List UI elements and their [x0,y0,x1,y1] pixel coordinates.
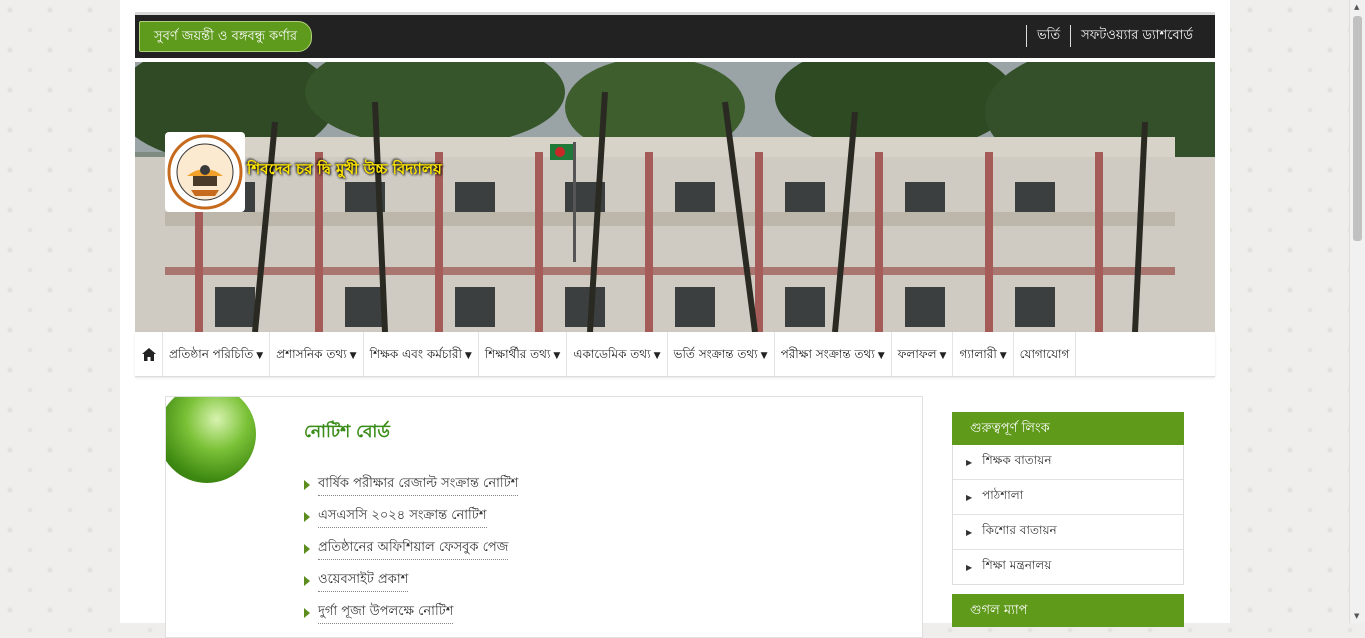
nav-item-results[interactable]: ফলাফল ▼ [892,332,954,376]
sidebar-link-pathshala[interactable]: ▶ পাঠশালা [953,479,1183,514]
chevron-right-icon: ▶ [966,562,973,572]
notice-link[interactable]: ওয়েবসাইট প্রকাশ [318,570,409,592]
notice-link[interactable]: বার্ষিক পরীক্ষার রেজাল্ট সংক্রান্ত নোটিশ [318,474,519,496]
nav-item-students[interactable]: শিক্ষার্থীর তথ্য ▼ [479,332,568,376]
bullet-triangle-icon [304,608,310,618]
notice-link[interactable]: প্রতিষ্ঠানের অফিশিয়াল ফেসবুক পেজ [318,538,509,560]
nav-item-institution[interactable]: প্রতিষ্ঠান পরিচিতি ▼ [163,332,271,376]
admission-link[interactable]: ভর্তি [1026,25,1070,47]
list-item: প্রতিষ্ঠানের অফিশিয়াল ফেসবুক পেজ [304,533,518,565]
nav-item-teachers-staff[interactable]: শিক্ষক এবং কর্মচারী ▼ [364,332,479,376]
jubilee-corner-link[interactable]: সুবর্ণ জয়ন্তী ও বঙ্গবন্ধু কর্ণার [139,21,313,52]
caret-down-icon: ▼ [877,351,885,361]
bullet-triangle-icon [304,480,310,490]
caret-down-icon: ▼ [653,351,661,361]
caret-down-icon: ▼ [939,351,947,361]
chevron-right-icon: ▶ [966,457,973,467]
globe-icon [166,397,256,483]
scroll-up-icon[interactable]: ▲ [1354,3,1359,11]
main-nav: প্রতিষ্ঠান পরিচিতি ▼ প্রশাসনিক তথ্য ▼ শিক্… [135,332,1215,377]
caret-down-icon: ▼ [256,351,264,361]
notice-list: বার্ষিক পরীক্ষার রেজাল্ট সংক্রান্ত নোটিশ… [304,469,519,629]
chevron-right-icon: ▶ [966,527,973,537]
top-bar: সুবর্ণ জয়ন্তী ও বঙ্গবন্ধু কর্ণার ভর্তি … [135,12,1215,58]
scroll-down-icon[interactable]: ▼ [1354,612,1359,620]
sidebar-link-kishore-batayon[interactable]: ▶ কিশোর বাতায়ন [953,514,1183,549]
notice-board-panel: নোটিশ বোর্ড বার্ষিক পরীক্ষার রেজাল্ট সংক… [165,396,923,638]
home-icon [141,347,156,361]
caret-down-icon: ▼ [349,351,357,361]
important-links-title: গুরুত্বপূর্ণ লিংক [952,412,1184,445]
scrollbar-thumb[interactable] [1353,16,1362,241]
list-item: এসএসসি ২০২৪ সংক্রান্ত নোটিশ [304,501,518,533]
chevron-right-icon: ▶ [966,492,973,502]
home-button[interactable] [135,332,163,376]
notice-link[interactable]: দুর্গা পূজা উপলক্ষে নোটিশ [318,602,454,624]
school-banner: শিবদেব চর দ্বি মুখী উচ্চ বিদ্যালয় [135,62,1215,332]
notice-link[interactable]: এসএসসি ২০২৪ সংক্রান্ত নোটিশ [318,506,487,528]
sidebar-link-education-ministry[interactable]: ▶ শিক্ষা মন্ত্রনালয় [953,549,1183,584]
list-item: ওয়েবসাইট প্রকাশ [304,565,518,597]
list-item: দুর্গা পূজা উপলক্ষে নোটিশ [304,597,518,629]
page: সুবর্ণ জয়ন্তী ও বঙ্গবন্ধু কর্ণার ভর্তি … [120,0,1230,638]
important-links-list: ▶ শিক্ষক বাতায়ন ▶ পাঠশালা ▶ কিশোর বাতায়ন … [952,445,1184,585]
school-logo[interactable] [165,132,245,212]
caret-down-icon: ▼ [553,351,561,361]
bullet-triangle-icon [304,544,310,554]
sidebar: গুরুত্বপূর্ণ লিংক ▶ শিক্ষক বাতায়ন ▶ পাঠশা… [952,412,1184,627]
bullet-triangle-icon [304,576,310,586]
software-dashboard-link[interactable]: সফটওয়্যার ড্যাশবোর্ড [1070,25,1203,47]
nav-item-academic[interactable]: একাডেমিক তথ্য ▼ [567,332,668,376]
nav-item-administrative[interactable]: প্রশাসনিক তথ্য ▼ [270,332,364,376]
caret-down-icon: ▼ [464,351,472,361]
bullet-triangle-icon [304,512,310,522]
nav-item-admission[interactable]: ভর্তি সংক্রান্ত তথ্য ▼ [668,332,775,376]
nav-item-gallery[interactable]: গ্যালারী ▼ [953,332,1014,376]
school-building-image [135,62,1215,332]
nav-item-exams[interactable]: পরীক্ষা সংক্রান্ত তথ্য ▼ [775,332,892,376]
google-map-title: গুগল ম্যাপ [952,594,1184,627]
caret-down-icon: ▼ [999,351,1007,361]
school-seal-icon [167,134,243,210]
vertical-scrollbar[interactable]: ▲ ▼ [1349,0,1365,623]
top-links: ভর্তি সফটওয়্যার ড্যাশবোর্ড [1026,25,1203,47]
caret-down-icon: ▼ [760,351,768,361]
list-item: বার্ষিক পরীক্ষার রেজাল্ট সংক্রান্ত নোটিশ [304,469,519,501]
school-name: শিবদেব চর দ্বি মুখী উচ্চ বিদ্যালয় [247,160,442,178]
notice-board-title: নোটিশ বোর্ড [304,422,390,442]
sidebar-link-teachers-portal[interactable]: ▶ শিক্ষক বাতায়ন [953,445,1183,479]
nav-item-contact[interactable]: যোগাযোগ [1014,332,1077,376]
